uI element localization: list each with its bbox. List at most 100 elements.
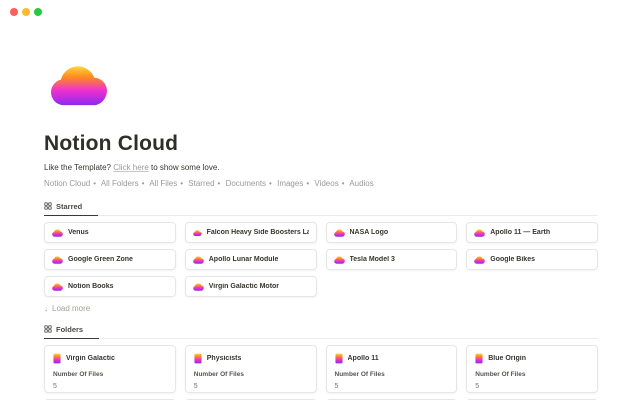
tagline-after: to show some love. — [149, 163, 220, 172]
folder-count-value: 5 — [335, 383, 449, 390]
starred-file-card[interactable]: Venus — [44, 222, 176, 243]
starred-file-card[interactable]: Google Bikes — [466, 249, 598, 270]
nav-item: Notion Cloud• — [44, 179, 99, 188]
folders-grid: Virgin Galactic Number Of Files 5 Physic… — [44, 345, 598, 400]
folders-section-header: Folders — [44, 320, 598, 339]
page-body: Notion Cloud Like the Template? Click he… — [0, 64, 640, 400]
cloud-file-icon — [474, 256, 485, 264]
file-card-title: NASA Logo — [350, 229, 389, 236]
nav-item: All Folders• — [101, 179, 148, 188]
nav-separator: • — [306, 179, 309, 188]
close-window-button[interactable] — [10, 8, 18, 16]
nav-separator: • — [142, 179, 145, 188]
starred-grid: Venus Falcon Heavy Side Boosters Landing… — [44, 222, 598, 297]
starred-file-card[interactable]: Apollo 11 — Earth — [466, 222, 598, 243]
folder-card-title-row: Virgin Galactic — [53, 353, 167, 364]
cloud-file-icon — [334, 229, 345, 237]
nav-separator: • — [342, 179, 345, 188]
folder-count-label: Number Of Files — [194, 371, 308, 378]
file-card-title: Notion Books — [68, 283, 114, 290]
folder-card-title: Virgin Galactic — [66, 355, 115, 362]
file-card-title: Venus — [68, 229, 89, 236]
folder-count-value: 5 — [475, 383, 589, 390]
cloud-file-icon — [193, 229, 202, 237]
folder-card-title: Blue Origin — [488, 355, 526, 362]
load-more-label: Load more — [52, 304, 90, 313]
cloud-file-icon — [52, 229, 63, 237]
starred-section-header: Starred — [44, 197, 598, 216]
folder-card[interactable]: Apollo 11 Number Of Files 5 — [326, 345, 458, 393]
folder-card[interactable]: Virgin Galactic Number Of Files 5 — [44, 345, 176, 393]
tab-starred-label: Starred — [56, 202, 82, 211]
nav-item: Videos • — [314, 179, 347, 188]
tagline-link[interactable]: Click here — [113, 163, 149, 172]
file-card-title: Apollo Lunar Module — [209, 256, 279, 263]
nav-link[interactable]: Images — [277, 179, 303, 188]
tab-starred[interactable]: Starred — [44, 200, 98, 216]
nav-separator: • — [218, 179, 221, 188]
folder-card[interactable]: Physicists Number Of Files 5 — [185, 345, 317, 393]
cloud-file-icon — [334, 256, 345, 264]
tab-folders-label: Folders — [56, 325, 83, 334]
tagline: Like the Template? Click here to show so… — [44, 163, 598, 172]
gradient-folder-icon — [194, 353, 202, 364]
gradient-folder-icon — [53, 353, 61, 364]
folder-count-label: Number Of Files — [335, 371, 449, 378]
tab-folders[interactable]: Folders — [44, 323, 99, 339]
folder-count-value: 5 — [53, 383, 167, 390]
file-card-title: Google Bikes — [490, 256, 535, 263]
folder-card-title-row: Physicists — [194, 353, 308, 364]
nav-item: Audios• — [349, 179, 373, 188]
page-title: Notion Cloud — [44, 132, 598, 156]
cloud-icon — [50, 64, 108, 107]
gradient-folder-icon — [475, 353, 483, 364]
nav-link[interactable]: Videos — [314, 179, 338, 188]
zoom-window-button[interactable] — [34, 8, 42, 16]
nav-link[interactable]: Audios — [349, 179, 373, 188]
starred-file-card[interactable]: Tesla Model 3 — [326, 249, 458, 270]
folder-card-title-row: Blue Origin — [475, 353, 589, 364]
gallery-view-icon — [44, 325, 52, 333]
nav-link[interactable]: Documents — [226, 179, 266, 188]
file-card-title: Virgin Galactic Motor — [209, 283, 279, 290]
file-card-title: Falcon Heavy Side Boosters Landings — [207, 229, 309, 236]
folder-card[interactable]: Blue Origin Number Of Files 5 — [466, 345, 598, 393]
minimize-window-button[interactable] — [22, 8, 30, 16]
nav-link[interactable]: Notion Cloud — [44, 179, 90, 188]
file-card-title: Tesla Model 3 — [350, 256, 395, 263]
gallery-view-icon — [44, 202, 52, 210]
starred-file-card[interactable]: Virgin Galactic Motor — [185, 276, 317, 297]
nav-separator: • — [269, 179, 272, 188]
nav-item: Starred • — [188, 179, 223, 188]
nav-separator: • — [93, 179, 96, 188]
starred-section: Starred Venus Falcon Heavy Side Boosters… — [44, 197, 598, 313]
folder-card-title: Apollo 11 — [348, 355, 379, 362]
nav-item: Documents• — [226, 179, 275, 188]
nav-item: Images• — [277, 179, 312, 188]
window-controls — [10, 8, 42, 16]
folder-card-title-row: Apollo 11 — [335, 353, 449, 364]
folder-count-label: Number Of Files — [475, 371, 589, 378]
gradient-folder-icon — [335, 353, 343, 364]
nav-link[interactable]: All Files — [149, 179, 177, 188]
file-card-title: Apollo 11 — Earth — [490, 229, 550, 236]
nav-link[interactable]: All Folders — [101, 179, 139, 188]
cloud-file-icon — [193, 283, 204, 291]
nav-separator: • — [180, 179, 183, 188]
starred-file-card[interactable]: Notion Books — [44, 276, 176, 297]
down-arrow-icon: ↓ — [44, 304, 48, 313]
starred-file-card[interactable]: Apollo Lunar Module — [185, 249, 317, 270]
cloud-file-icon — [474, 229, 485, 237]
nav-link[interactable]: Starred — [188, 179, 214, 188]
folders-section: Folders Virgin Galactic Number Of Files … — [44, 320, 598, 400]
folder-count-label: Number Of Files — [53, 371, 167, 378]
nav-item: All Files• — [149, 179, 186, 188]
tagline-before: Like the Template? — [44, 163, 113, 172]
load-more-button[interactable]: ↓ Load more — [44, 304, 90, 313]
cloud-file-icon — [193, 256, 204, 264]
starred-file-card[interactable]: Falcon Heavy Side Boosters Landings — [185, 222, 317, 243]
starred-file-card[interactable]: Google Green Zone — [44, 249, 176, 270]
cloud-file-icon — [52, 283, 63, 291]
folder-count-value: 5 — [194, 383, 308, 390]
starred-file-card[interactable]: NASA Logo — [326, 222, 458, 243]
